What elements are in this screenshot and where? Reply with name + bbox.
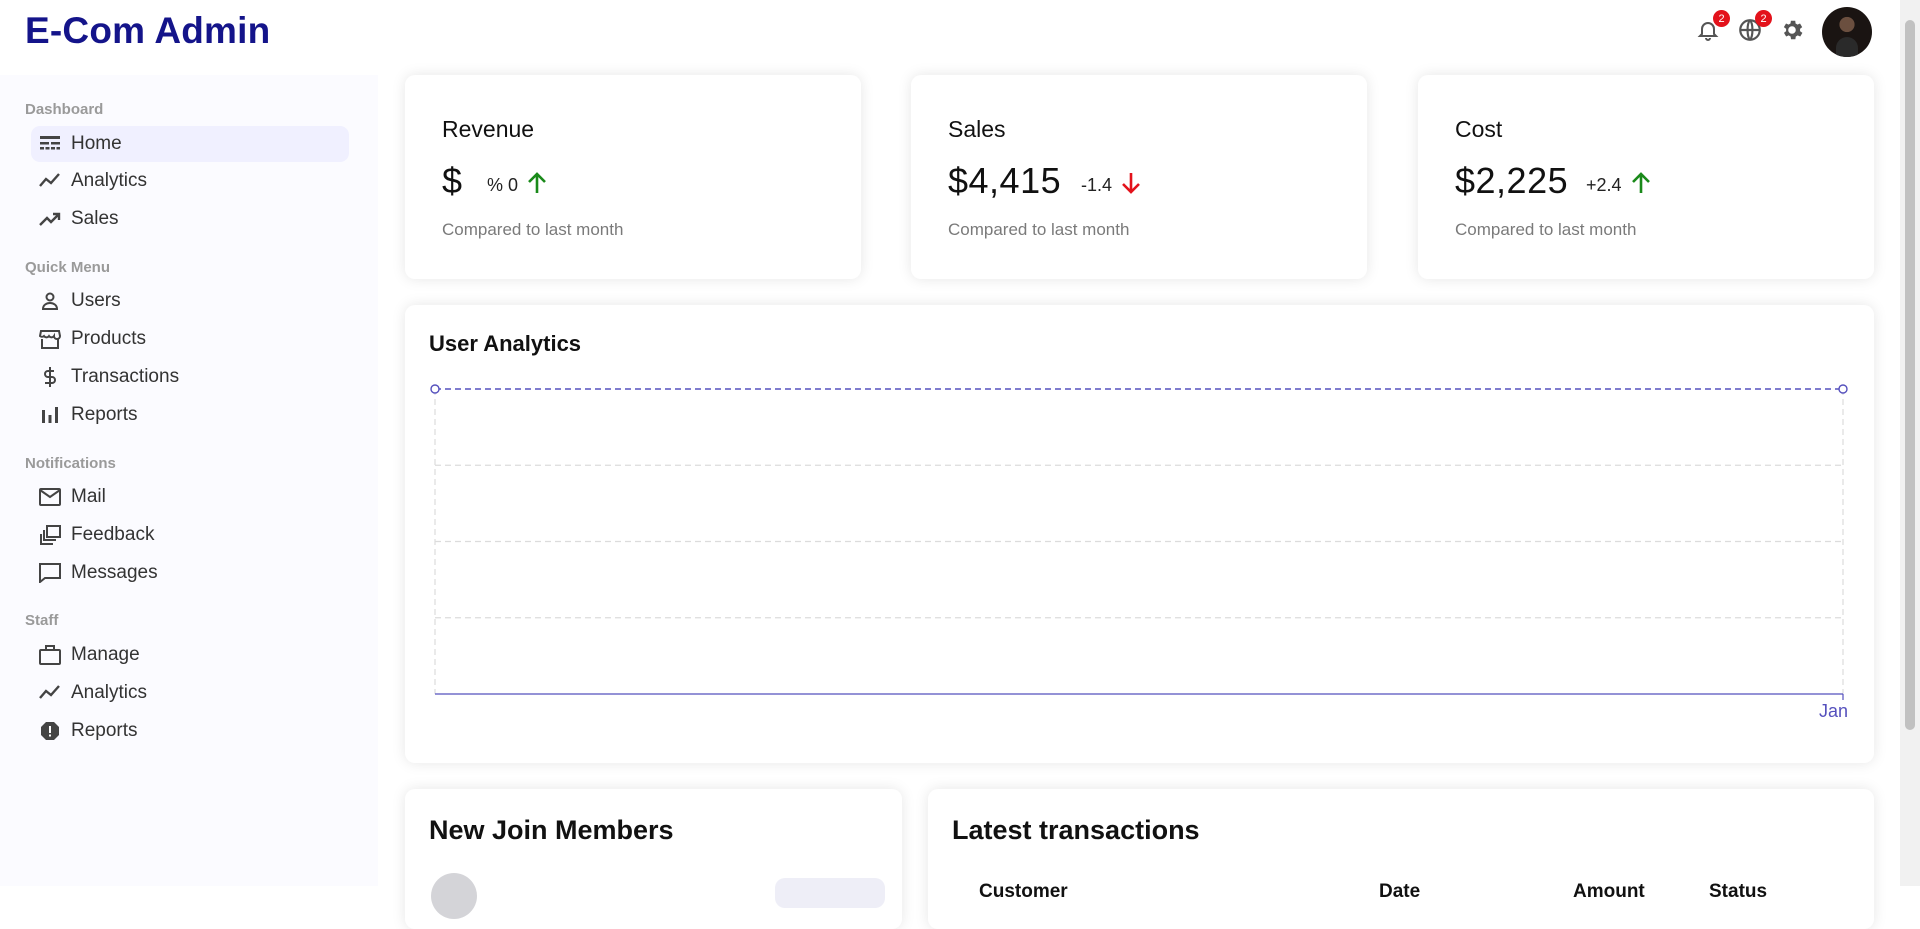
new-members-widget: New Join Members	[405, 789, 902, 929]
notifications-badge: 2	[1713, 10, 1730, 27]
featured-rate-value: % 0	[487, 175, 519, 195]
sidebar-item-label: Sales	[71, 208, 119, 229]
sidebar-item-analytics[interactable]: Analytics	[31, 163, 349, 199]
sidebar-item-label: Messages	[71, 562, 158, 583]
sidebar-item-label: Products	[71, 328, 146, 349]
sidebar-item-transactions[interactable]: Transactions	[31, 359, 349, 395]
work-outline-icon	[39, 644, 61, 666]
sidebar-item-label: Reports	[71, 404, 138, 425]
column-header-amount: Amount	[1573, 881, 1645, 902]
featured-subtitle: Compared to last month	[948, 220, 1130, 239]
sidebar-section-dashboard: Dashboard	[25, 101, 104, 118]
arrow-down-icon	[1112, 171, 1142, 200]
person-outline-icon	[39, 290, 61, 312]
featured-money: $	[442, 160, 463, 201]
sidebar-item-label: Analytics	[71, 682, 148, 703]
featured-card-revenue: Revenue $ % 0 Compared to last month	[405, 75, 861, 279]
user-analytics-chart: Jan	[430, 384, 1848, 721]
sidebar-item-sales[interactable]: Sales	[31, 201, 349, 237]
sidebar-section-quick-menu: Quick Menu	[25, 259, 111, 276]
arrow-up-icon	[518, 171, 548, 200]
featured-title: Cost	[1455, 116, 1503, 142]
sidebar-item-label: Feedback	[71, 524, 155, 545]
featured-title: Sales	[948, 116, 1006, 142]
sidebar-item-label: Manage	[71, 644, 140, 665]
timeline-icon	[39, 682, 61, 704]
sidebar-item-reports[interactable]: Reports	[31, 397, 349, 433]
chart-point	[430, 384, 440, 394]
dollar-icon	[39, 366, 61, 388]
timeline-icon	[39, 170, 61, 192]
report-icon	[39, 720, 61, 742]
app-logo[interactable]: E-Com Admin	[25, 10, 270, 52]
featured-rate: % 0	[487, 171, 548, 200]
featured-rate: -1.4	[1081, 171, 1142, 200]
sidebar-item-home[interactable]: Home	[31, 126, 349, 162]
sidebar-item-staff-analytics[interactable]: Analytics	[31, 675, 349, 711]
sidebar-item-mail[interactable]: Mail	[31, 479, 349, 515]
language-badge: 2	[1755, 10, 1772, 27]
featured-money: $4,415	[948, 160, 1062, 201]
featured-subtitle: Compared to last month	[442, 220, 624, 239]
featured-money: $2,225	[1455, 160, 1569, 201]
display-button[interactable]	[775, 878, 885, 908]
language-button[interactable]: 2	[1736, 10, 1772, 46]
sidebar-section-notifications: Notifications	[25, 455, 116, 472]
notifications-button[interactable]: 2	[1694, 10, 1730, 46]
sidebar-item-label: Users	[71, 290, 121, 311]
sidebar: Dashboard Home Analytics Sales Quick Men…	[0, 75, 378, 886]
chart-point	[1838, 384, 1848, 394]
widget-title: Latest transactions	[952, 815, 1200, 845]
featured-card-cost: Cost $2,225 +2.4 Compared to last month	[1418, 75, 1874, 279]
settings-button[interactable]	[1778, 18, 1806, 46]
sidebar-item-label: Reports	[71, 720, 138, 741]
latest-transactions-widget: Latest transactions Customer Date Amount…	[928, 789, 1874, 929]
member-avatar	[431, 873, 477, 919]
scrollbar-thumb[interactable]	[1905, 20, 1915, 730]
arrow-up-icon	[1622, 171, 1652, 200]
sidebar-item-staff-reports[interactable]: Reports	[31, 713, 349, 749]
sidebar-item-label: Transactions	[71, 366, 180, 387]
bar-chart-icon	[39, 404, 61, 426]
mail-outline-icon	[39, 486, 61, 508]
sidebar-item-messages[interactable]: Messages	[31, 555, 349, 591]
topbar: E-Com Admin 2 2	[0, 0, 1900, 70]
sidebar-item-label: Mail	[71, 486, 106, 507]
sidebar-section-staff: Staff	[25, 612, 59, 629]
page-scrollbar[interactable]	[1900, 0, 1920, 886]
avatar[interactable]	[1822, 7, 1872, 57]
chart-x-tick-label: Jan	[1819, 701, 1848, 721]
dynamic-feed-icon	[39, 524, 61, 546]
gear-icon	[1779, 17, 1805, 48]
column-header-date: Date	[1379, 881, 1421, 902]
sidebar-item-label: Analytics	[71, 170, 148, 191]
featured-subtitle: Compared to last month	[1455, 220, 1637, 239]
storefront-icon	[39, 328, 61, 350]
sidebar-item-users[interactable]: Users	[31, 283, 349, 319]
sidebar-item-feedback[interactable]: Feedback	[31, 517, 349, 553]
user-analytics-card: User Analytics Jan	[405, 305, 1874, 763]
column-header-customer: Customer	[979, 881, 1068, 902]
featured-card-sales: Sales $4,415 -1.4 Compared to last month	[911, 75, 1367, 279]
trending-up-icon	[39, 208, 61, 230]
line-style-icon	[39, 133, 61, 155]
sidebar-item-manage[interactable]: Manage	[31, 637, 349, 673]
sidebar-item-products[interactable]: Products	[31, 321, 349, 357]
featured-rate: +2.4	[1586, 171, 1652, 200]
chat-bubble-icon	[39, 562, 61, 584]
featured-rate-value: +2.4	[1586, 175, 1622, 195]
sidebar-item-label: Home	[71, 133, 122, 154]
topbar-icons: 2 2	[1694, 7, 1872, 57]
featured-rate-value: -1.4	[1081, 175, 1113, 195]
widget-title: New Join Members	[429, 815, 674, 845]
featured-title: Revenue	[442, 116, 535, 142]
column-header-status: Status	[1709, 881, 1768, 902]
